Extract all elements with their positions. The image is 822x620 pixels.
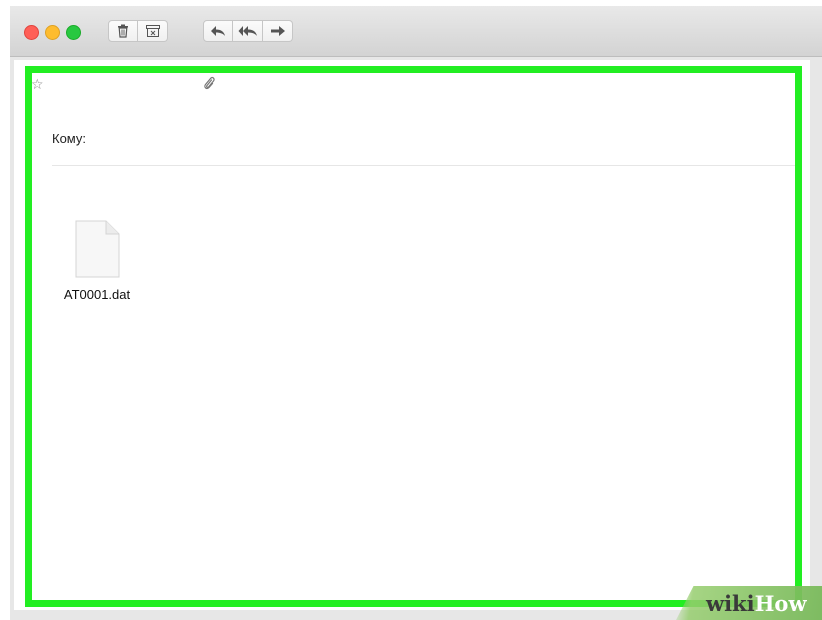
wikihow-watermark: wikiHow [706, 591, 807, 616]
title-bar [10, 6, 822, 57]
close-window-button[interactable] [24, 25, 39, 40]
header-divider [52, 165, 795, 166]
message-view [14, 60, 810, 610]
zoom-window-button[interactable] [66, 25, 81, 40]
trash-icon [118, 24, 128, 38]
archive-icon [145, 25, 160, 37]
reply-icon [211, 26, 225, 36]
minimize-window-button[interactable] [45, 25, 60, 40]
file-icon [74, 220, 120, 283]
reply-all-icon [238, 26, 257, 36]
forward-button[interactable] [263, 20, 293, 42]
watermark-wiki: wiki [706, 591, 755, 616]
paperclip-icon[interactable] [203, 76, 215, 95]
reply-button[interactable] [203, 20, 233, 42]
star-icon[interactable]: ☆ [31, 77, 44, 93]
archive-button[interactable] [138, 20, 168, 42]
forward-icon [270, 26, 285, 36]
delete-button[interactable] [108, 20, 138, 42]
watermark-how: How [754, 591, 807, 616]
to-field-label: Кому: [52, 131, 86, 146]
attachment-filename: AT0001.dat [63, 287, 131, 302]
reply-all-button[interactable] [233, 20, 263, 42]
